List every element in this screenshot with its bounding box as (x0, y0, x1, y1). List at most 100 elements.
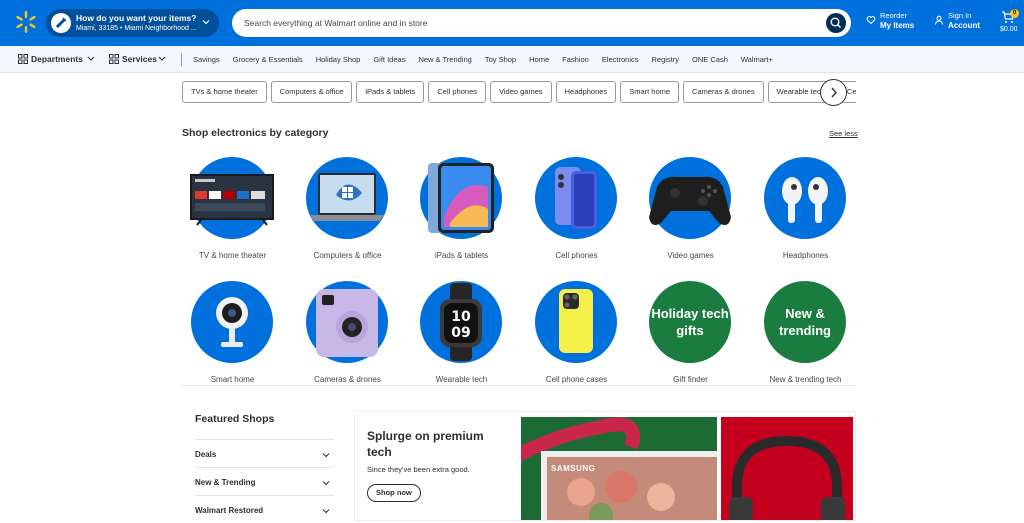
reorder-link[interactable]: Reorder My Items (866, 11, 914, 31)
nav-link[interactable]: Electronics (602, 55, 639, 64)
featured-item-label: New & Trending (195, 478, 256, 487)
search-icon (830, 17, 841, 28)
account-label: Account (948, 21, 980, 30)
departments-menu[interactable]: Departments (31, 54, 83, 64)
featured-item[interactable]: New & Trending (195, 467, 334, 495)
chevron-down-icon (322, 509, 330, 514)
services-grid-icon (109, 54, 119, 64)
category-label: New & trending tech (769, 375, 842, 384)
chevron-down-icon (87, 56, 95, 61)
category-tile[interactable]: New & trending New & trending tech (748, 281, 863, 391)
category-label: TV & home theater (198, 251, 267, 260)
nav-link[interactable]: Fashion (562, 55, 589, 64)
chevron-down-icon (322, 453, 330, 458)
featured-item-label: Deals (195, 450, 217, 459)
featured-item[interactable]: Deals (195, 439, 334, 467)
chevron-down-icon (322, 481, 330, 486)
promo-title: Splurge on premium tech (367, 429, 484, 459)
category-label: Computers & office (313, 251, 382, 260)
promo-image-headphones (721, 417, 853, 520)
category-tile[interactable]: 10 09 Wearable tech (404, 281, 519, 391)
delivery-icon (51, 13, 71, 33)
category-label: Headphones (782, 251, 829, 260)
nav-link[interactable]: Toy Shop (485, 55, 516, 64)
category-label: Cell phone cases (545, 375, 608, 384)
chip[interactable]: Cell phones (428, 81, 486, 103)
see-less-link[interactable]: See less (829, 129, 858, 138)
chip[interactable]: Smart home (620, 81, 680, 103)
account-link[interactable]: Sign In Account (934, 11, 980, 31)
phone-icon (535, 157, 617, 239)
category-tile[interactable]: Headphones (748, 157, 863, 267)
category-label: Wearable tech (435, 375, 488, 384)
tv-icon (190, 157, 274, 239)
category-label: Cell phones (555, 251, 598, 260)
search-input[interactable] (244, 15, 804, 31)
nav-link[interactable]: New & Trending (418, 55, 471, 64)
category-tile[interactable]: iPads & tablets (404, 157, 519, 267)
chip[interactable]: iPads & tablets (356, 81, 425, 103)
category-tile[interactable]: Holiday tech gifts Gift finder (633, 281, 748, 391)
nav-links: Savings Grocery & Essentials Holiday Sho… (193, 55, 786, 64)
cart-total: $0.00 (1000, 26, 1018, 33)
delivery-title: How do you want your items? (76, 13, 197, 23)
chip[interactable]: Headphones (555, 81, 617, 103)
smartwatch-icon: 10 09 (420, 281, 502, 363)
nav-link[interactable]: Registry (652, 55, 680, 64)
nav-link[interactable]: Savings (193, 55, 220, 64)
chips-next-button[interactable] (820, 79, 847, 106)
search-bar (232, 9, 851, 37)
nav-link[interactable]: Walmart+ (741, 55, 773, 64)
laptop-icon (306, 157, 388, 239)
chip[interactable]: Video games (489, 81, 552, 103)
featured-title: Featured Shops (195, 413, 275, 425)
svg-text:09: 09 (451, 325, 470, 341)
nav-link[interactable]: Home (529, 55, 549, 64)
category-tile[interactable]: Computers & office (290, 157, 405, 267)
walmart-spark-logo[interactable] (14, 10, 38, 34)
reorder-label: Reorder (880, 11, 908, 20)
gift-finder-text: Holiday tech gifts (651, 306, 729, 338)
instant-camera-icon (306, 281, 388, 363)
category-tile[interactable]: Video games (633, 157, 748, 267)
secondary-nav: Departments Services Savings Grocery & E… (0, 46, 1024, 73)
section-title: Shop electronics by category (182, 127, 329, 139)
category-tile[interactable]: Cell phone cases (519, 281, 634, 391)
phone-case-icon (535, 281, 617, 363)
delivery-location: Miami, 33185 • Miami Neighborhood ... (76, 25, 197, 32)
shop-now-button[interactable]: Shop now (367, 484, 421, 502)
chip[interactable]: TVs & home theater (182, 81, 267, 103)
nav-link[interactable]: Grocery & Essentials (233, 55, 303, 64)
nav-link[interactable]: Gift Ideas (373, 55, 405, 64)
category-label: Cameras & drones (314, 375, 381, 384)
category-tile[interactable]: Smart home (175, 281, 290, 391)
promo-image-frame-tv: SAMSUNG (521, 417, 717, 520)
cart-button[interactable]: 0 $0.00 (996, 9, 1020, 39)
controller-icon (649, 157, 731, 239)
chip[interactable]: Cameras & drones (683, 81, 764, 103)
section-divider (182, 385, 856, 386)
nav-link[interactable]: Holiday Shop (316, 55, 361, 64)
delivery-selector[interactable]: How do you want your items? Miami, 33185… (46, 9, 219, 37)
promo-subtitle: Since they've been extra good. (367, 465, 470, 474)
category-tile[interactable]: Cell phones (519, 157, 634, 267)
featured-item[interactable]: Walmart Restored (195, 495, 334, 523)
promo-banner[interactable]: Splurge on premium tech Since they've be… (354, 411, 856, 521)
grid-icon (18, 54, 28, 64)
category-label: Video games (667, 251, 714, 260)
featured-item-label: Walmart Restored (195, 506, 264, 515)
services-menu[interactable]: Services (122, 54, 157, 64)
earbuds-icon (764, 157, 846, 239)
svg-text:10: 10 (451, 309, 471, 325)
category-chips: TVs & home theater Computers & office iPad… (182, 81, 856, 103)
nav-link[interactable]: ONE Cash (692, 55, 728, 64)
chip[interactable]: Computers & office (270, 81, 353, 103)
category-tile[interactable]: TV & home theater (175, 157, 290, 267)
search-button[interactable] (826, 13, 846, 33)
top-header: How do you want your items? Miami, 33185… (0, 0, 1024, 46)
category-tile[interactable]: Cameras & drones (290, 281, 405, 391)
tablet-icon (420, 157, 502, 239)
category-label: Gift finder (673, 375, 708, 384)
chevron-down-icon (202, 20, 210, 25)
user-icon (935, 15, 943, 25)
